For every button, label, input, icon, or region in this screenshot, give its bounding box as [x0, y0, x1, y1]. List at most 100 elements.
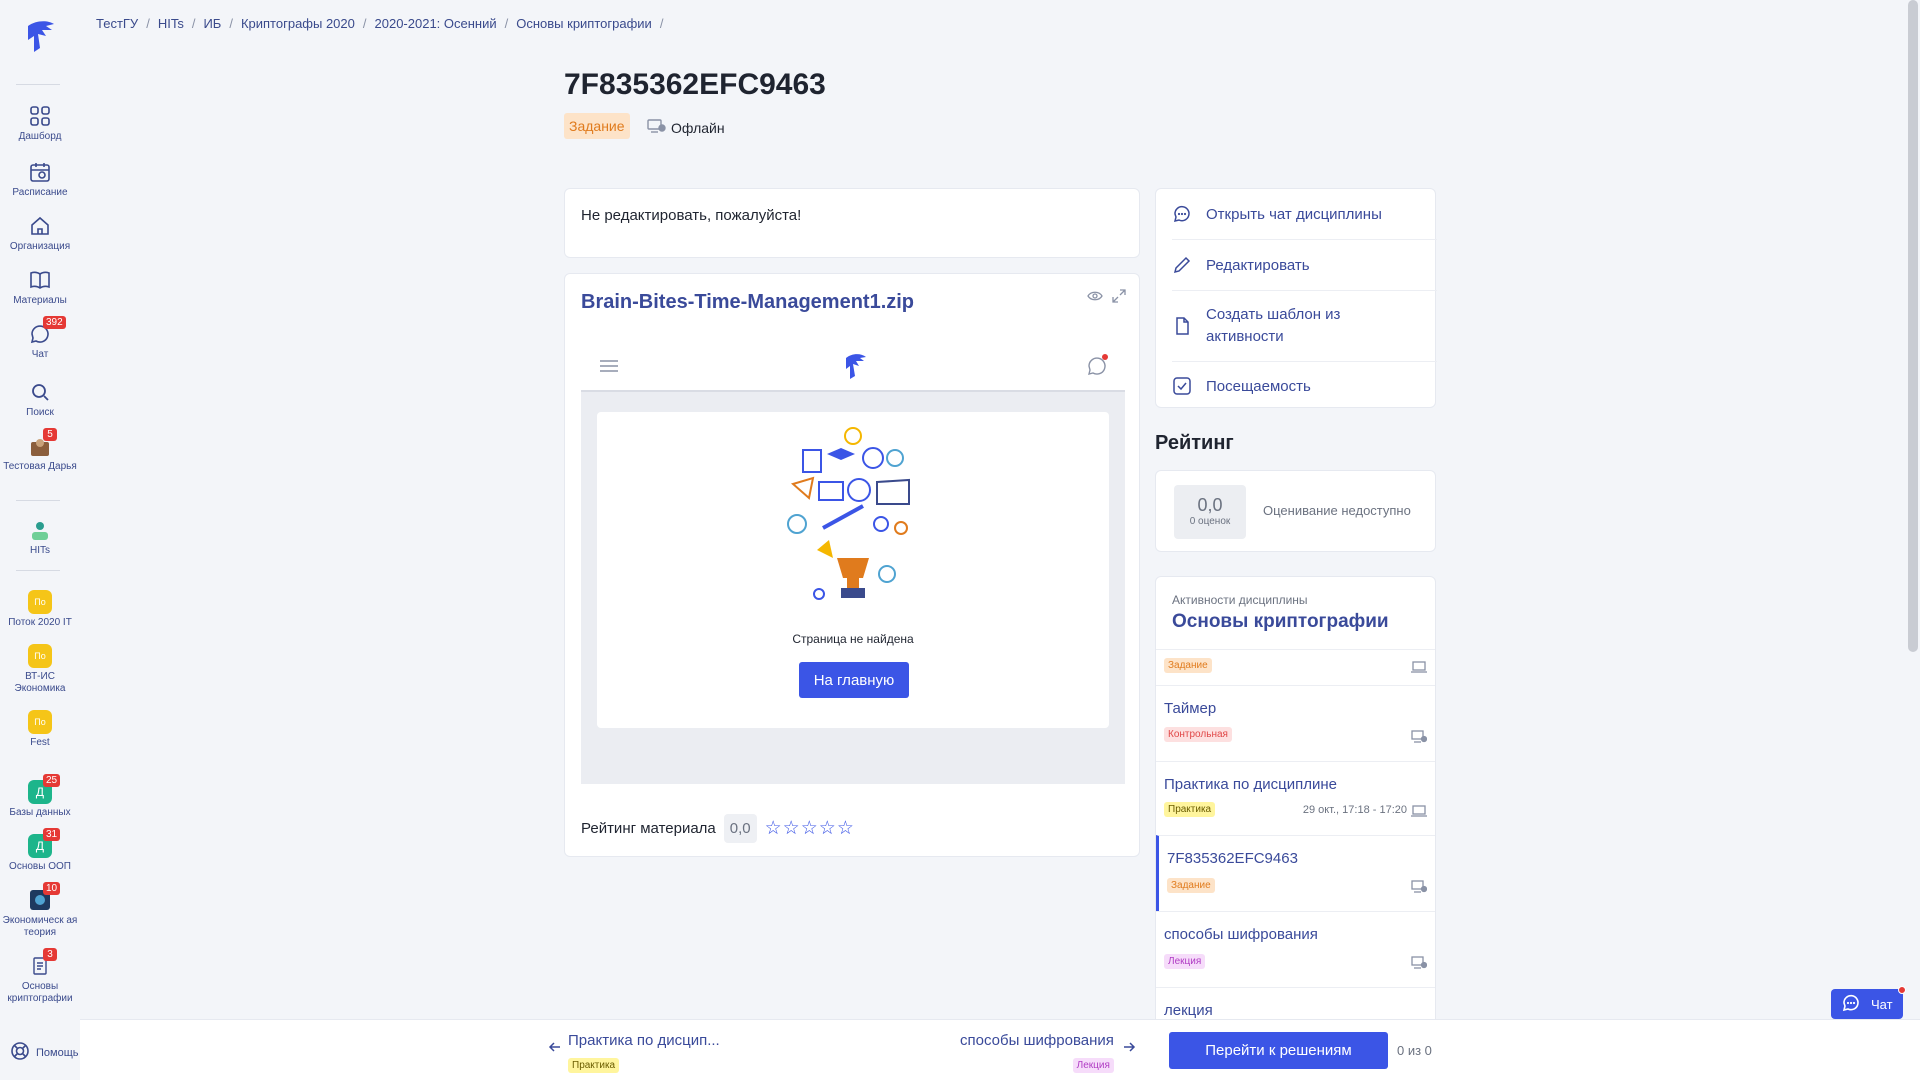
sidebar-item-dashboard[interactable]: Дашборд: [0, 104, 80, 143]
logo-icon[interactable]: [22, 18, 58, 56]
breadcrumb-item[interactable]: 2020-2021: Осенний: [375, 16, 497, 31]
description-card: Не редактировать, пожалуйста!: [564, 188, 1140, 258]
sidebar-item-chat[interactable]: 392 Чат: [0, 316, 80, 361]
chat-icon[interactable]: [1085, 354, 1109, 383]
mode-label: Офлайн: [671, 119, 725, 136]
breadcrumb-item[interactable]: Криптографы 2020: [241, 16, 355, 31]
next-activity-link[interactable]: способы шифрования Лекция: [960, 1032, 1135, 1073]
star-icon[interactable]: ☆: [837, 818, 855, 839]
help-button[interactable]: Помощь: [10, 1041, 79, 1064]
activity-tag: Контрольная: [1164, 727, 1232, 742]
attendance-action[interactable]: Посещаемость: [1156, 362, 1437, 410]
chat-icon: [1172, 204, 1192, 224]
mode-indicator: Офлайн: [647, 118, 725, 137]
menu-icon[interactable]: [599, 358, 619, 379]
activity-item[interactable]: Таймер Контрольная: [1156, 685, 1435, 761]
star-rating[interactable]: ☆☆☆☆☆: [765, 817, 855, 840]
bottom-navigation: Практика по дисцип... Практика способы ш…: [80, 1019, 1920, 1080]
course-image-icon: 10: [28, 882, 61, 912]
star-icon[interactable]: ☆: [819, 818, 837, 839]
home-button[interactable]: На главную: [799, 662, 909, 698]
breadcrumb-item[interactable]: ТестГУ: [96, 16, 138, 31]
previous-activity-link[interactable]: Практика по дисцип... Практика: [548, 1032, 720, 1073]
rating-heading: Рейтинг: [1155, 432, 1234, 454]
activity-item[interactable]: Практика по дисциплине Практика 29 окт.,…: [1156, 761, 1435, 835]
group-avatar: По: [28, 644, 52, 668]
action-label: Открыть чат дисциплины: [1206, 205, 1382, 223]
sidebar-item-label: Поиск: [26, 407, 54, 418]
group-avatar: По: [28, 710, 52, 734]
sidebar: Дашборд Расписание Организация Материалы…: [0, 0, 80, 1080]
star-icon[interactable]: ☆: [801, 818, 819, 839]
activity-name: лекция: [1164, 1002, 1213, 1019]
description-text: Не редактировать, пожалуйста!: [581, 207, 802, 224]
sidebar-item-databases[interactable]: Д 25 Базы данных: [0, 774, 80, 819]
go-to-solutions-button[interactable]: Перейти к решениям: [1169, 1032, 1388, 1069]
offline-icon: [647, 118, 667, 137]
checkbox-icon: [1172, 376, 1192, 396]
activity-item[interactable]: способы шифрования Лекция: [1156, 911, 1435, 987]
activity-name: способы шифрования: [1164, 926, 1318, 943]
action-label: Посещаемость: [1206, 377, 1311, 395]
documents-icon: 3: [28, 948, 57, 978]
create-template-action[interactable]: Создать шаблон из активности: [1156, 291, 1437, 361]
breadcrumb-item[interactable]: Основы криптографии: [516, 16, 652, 31]
laptop-icon: [1411, 660, 1427, 674]
next-activity-label: способы шифрования: [960, 1032, 1114, 1049]
activity-type-tag: Задание: [564, 113, 630, 139]
material-rating: Рейтинг материала 0,0 ☆☆☆☆☆: [581, 814, 855, 843]
actions-card: Открыть чат дисциплины Редактировать Соз…: [1155, 188, 1437, 410]
breadcrumb-item[interactable]: ИБ: [203, 16, 221, 31]
sidebar-item-label: HITs: [30, 545, 50, 556]
count-badge: 5: [43, 428, 57, 441]
sidebar-item-fest[interactable]: По Fest: [0, 710, 80, 749]
sidebar-item-vt-is[interactable]: По ВТ-ИС Экономика: [0, 644, 80, 695]
group-avatar: По: [28, 590, 52, 614]
sidebar-item-label: Расписание: [12, 187, 68, 198]
expand-icon[interactable]: [1111, 288, 1127, 307]
sidebar-item-search[interactable]: Поиск: [0, 380, 80, 419]
activity-tag: Задание: [1167, 878, 1215, 893]
activities-title[interactable]: Основы криптографии: [1172, 611, 1389, 633]
sidebar-item-test-darya[interactable]: 5 Тестовая Дарья: [0, 428, 80, 473]
floating-chat-button[interactable]: Чат: [1831, 986, 1906, 1019]
activity-name: Практика по дисциплине: [1164, 776, 1337, 793]
chat-icon: 392: [28, 316, 66, 346]
help-label: Помощь: [36, 1046, 79, 1059]
notification-dot: [1898, 986, 1906, 994]
sidebar-item-hits[interactable]: HITs: [0, 518, 80, 557]
rating-label: Рейтинг материала: [581, 820, 716, 837]
count-badge: 31: [43, 828, 61, 841]
activity-date: 29 окт., 17:18 - 17:20: [1302, 804, 1407, 816]
sidebar-item-stream-2020[interactable]: По Поток 2020 IT: [0, 590, 80, 629]
sidebar-item-schedule[interactable]: Расписание: [0, 160, 80, 199]
action-label: Создать шаблон из активности: [1206, 306, 1341, 345]
sidebar-item-label: Материалы: [13, 295, 67, 306]
rating-value: 0,0: [1197, 495, 1223, 515]
edit-action[interactable]: Редактировать: [1156, 240, 1437, 290]
star-icon[interactable]: ☆: [783, 818, 801, 839]
sidebar-item-organization[interactable]: Организация: [0, 214, 80, 253]
calendar-icon: [28, 160, 52, 184]
sidebar-item-economics[interactable]: 10 Экономическ ая теория: [0, 882, 80, 939]
sidebar-item-materials[interactable]: Материалы: [0, 268, 80, 307]
search-icon: [28, 380, 52, 404]
activity-item[interactable]: Задание: [1156, 649, 1435, 685]
page-scrollbar[interactable]: [1908, 0, 1918, 652]
material-card: Brain-Bites-Time-Management1.zip Страниц…: [564, 273, 1140, 857]
activity-item-current[interactable]: 7F835362EFC9463 Задание: [1156, 835, 1435, 911]
sidebar-item-label: Базы данных: [9, 807, 71, 818]
sidebar-item-cryptography[interactable]: 3 Основы криптографии: [0, 948, 80, 1005]
solutions-counter: 0 из 0: [1397, 1043, 1432, 1058]
sidebar-item-label: Основы криптографии: [7, 981, 73, 1004]
page-title: 7F835362EFC9463: [564, 68, 826, 101]
breadcrumb-item[interactable]: HITs: [158, 16, 184, 31]
arrow-left-icon: [548, 1040, 562, 1059]
file-name-link[interactable]: Brain-Bites-Time-Management1.zip: [581, 291, 914, 314]
open-chat-action[interactable]: Открыть чат дисциплины: [1156, 189, 1437, 239]
sidebar-item-oop[interactable]: Д 31 Основы ООП: [0, 828, 80, 873]
rating-box: 0,0 0 оценок: [1174, 485, 1246, 539]
eye-icon[interactable]: [1087, 288, 1103, 307]
activity-tag: Лекция: [1164, 954, 1206, 969]
star-icon[interactable]: ☆: [765, 818, 783, 839]
